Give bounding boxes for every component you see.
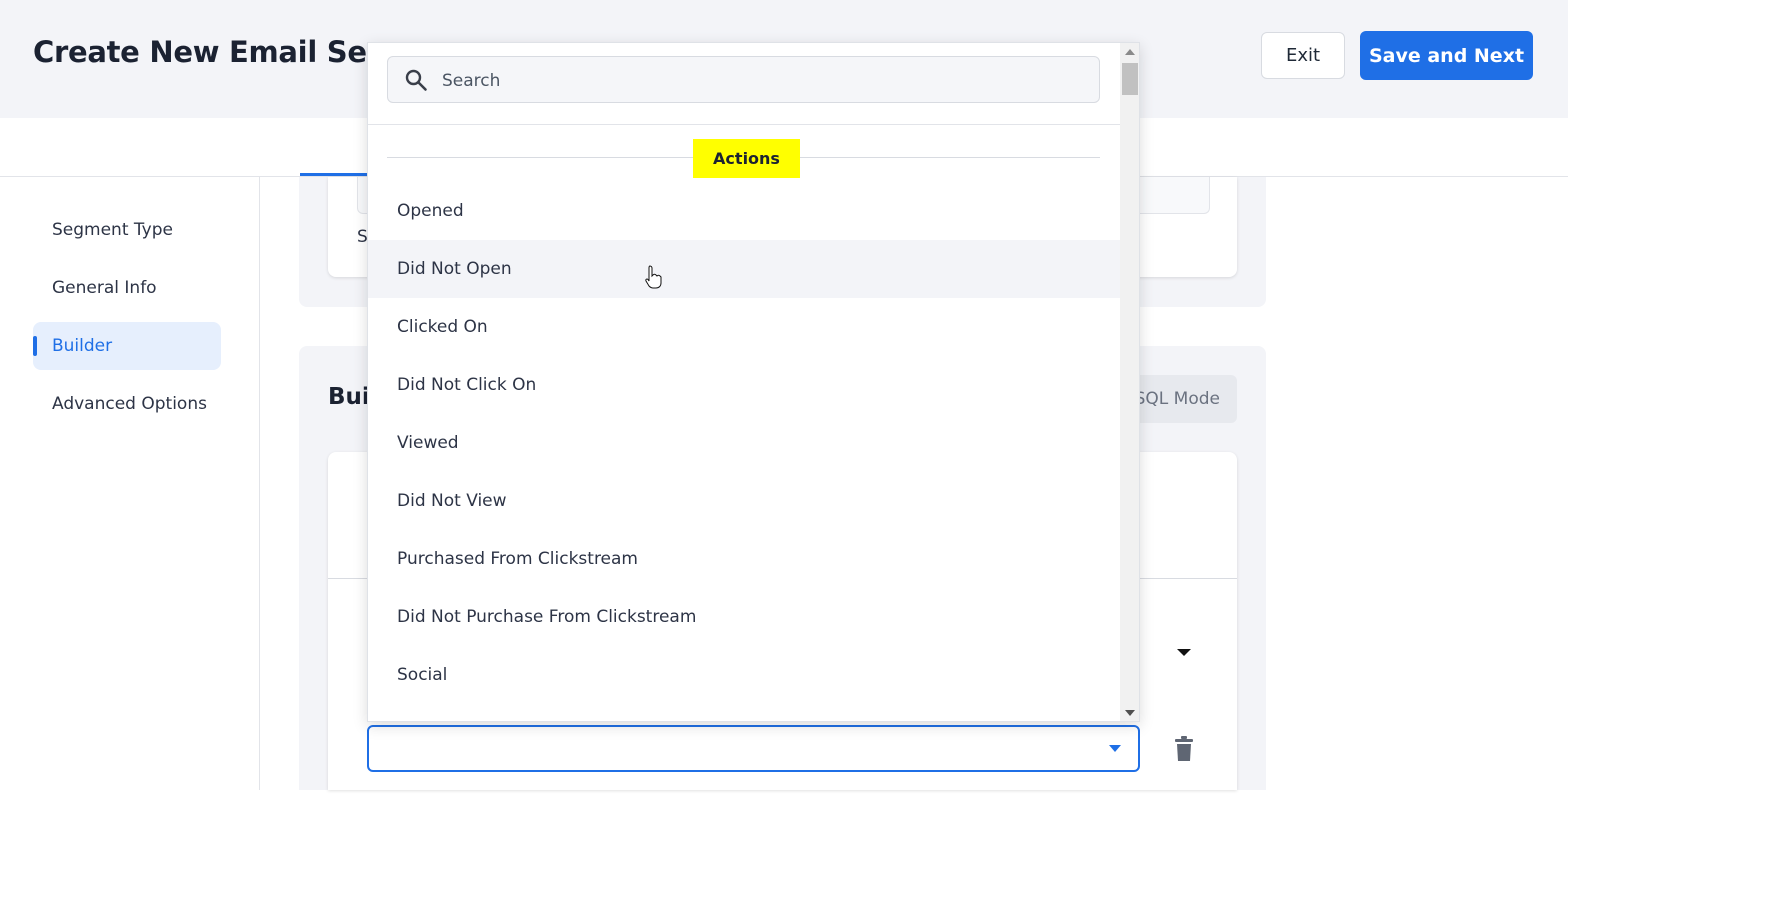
exit-button[interactable]: Exit xyxy=(1261,32,1345,79)
option-opened[interactable]: Opened xyxy=(368,182,1120,240)
page-title: Create New Email Segm xyxy=(33,35,418,69)
search-box[interactable] xyxy=(387,56,1100,104)
chevron-down-icon[interactable] xyxy=(1109,745,1121,752)
chevron-down-icon[interactable] xyxy=(1177,649,1191,656)
sidebar-item-general-info[interactable]: General Info xyxy=(33,264,221,312)
option-clicked-on[interactable]: Clicked On xyxy=(368,298,1120,356)
save-and-next-button[interactable]: Save and Next xyxy=(1360,31,1533,80)
trash-icon[interactable] xyxy=(1173,736,1195,762)
search-divider xyxy=(368,124,1120,125)
option-did-not-open[interactable]: Did Not Open xyxy=(368,240,1120,298)
option-did-not-purchase-from-clickstream[interactable]: Did Not Purchase From Clickstream xyxy=(368,588,1120,646)
action-dropdown: Actions Opened Did Not Open Clicked On D… xyxy=(367,42,1140,722)
sidebar-item-advanced-options[interactable]: Advanced Options xyxy=(33,380,221,428)
option-viewed[interactable]: Viewed xyxy=(368,414,1120,472)
dropdown-scrollbar[interactable] xyxy=(1120,43,1139,721)
sidebar-item-builder[interactable]: Builder xyxy=(33,322,221,370)
scroll-up-arrow-icon[interactable] xyxy=(1125,49,1135,55)
search-input[interactable] xyxy=(440,57,1094,104)
active-tab-indicator xyxy=(300,173,370,176)
action-select-field[interactable] xyxy=(367,725,1140,772)
scroll-down-arrow-icon[interactable] xyxy=(1125,710,1135,716)
sidebar-item-segment-type[interactable]: Segment Type xyxy=(33,206,221,254)
builder-title: Bui xyxy=(328,384,370,410)
option-did-not-view[interactable]: Did Not View xyxy=(368,472,1120,530)
search-icon xyxy=(405,69,427,91)
pointer-cursor-icon xyxy=(645,265,662,289)
option-purchased-from-clickstream[interactable]: Purchased From Clickstream xyxy=(368,530,1120,588)
scrollbar-thumb[interactable] xyxy=(1122,63,1138,95)
group-label-actions: Actions xyxy=(693,139,800,178)
option-social[interactable]: Social xyxy=(368,646,1120,704)
option-did-not-click-on[interactable]: Did Not Click On xyxy=(368,356,1120,414)
